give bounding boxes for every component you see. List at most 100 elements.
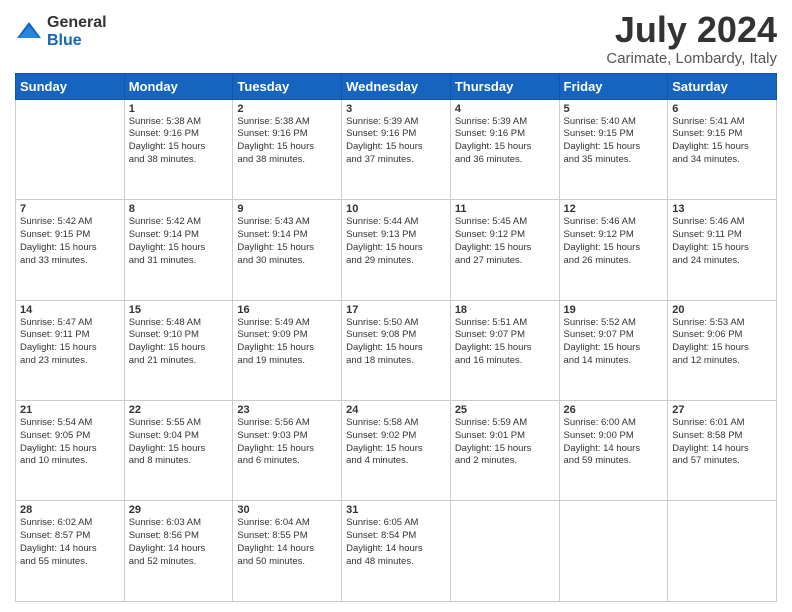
day-number: 30 <box>237 504 337 516</box>
day-number: 25 <box>455 404 555 416</box>
calendar-cell: 3Sunrise: 5:39 AM Sunset: 9:16 PM Daylig… <box>342 99 451 199</box>
calendar-cell: 29Sunrise: 6:03 AM Sunset: 8:56 PM Dayli… <box>124 501 233 602</box>
calendar: SundayMondayTuesdayWednesdayThursdayFrid… <box>15 73 777 602</box>
day-number: 13 <box>672 203 772 215</box>
day-info: Sunrise: 5:56 AM Sunset: 9:03 PM Dayligh… <box>237 417 337 468</box>
day-number: 3 <box>346 103 446 115</box>
day-number: 9 <box>237 203 337 215</box>
day-info: Sunrise: 5:59 AM Sunset: 9:01 PM Dayligh… <box>455 417 555 468</box>
day-number: 17 <box>346 304 446 316</box>
calendar-header-day: Tuesday <box>233 73 342 99</box>
day-info: Sunrise: 6:03 AM Sunset: 8:56 PM Dayligh… <box>129 517 229 568</box>
day-info: Sunrise: 5:42 AM Sunset: 9:15 PM Dayligh… <box>20 216 120 267</box>
calendar-header-day: Saturday <box>668 73 777 99</box>
day-number: 28 <box>20 504 120 516</box>
day-number: 6 <box>672 103 772 115</box>
calendar-cell: 16Sunrise: 5:49 AM Sunset: 9:09 PM Dayli… <box>233 300 342 400</box>
calendar-cell: 11Sunrise: 5:45 AM Sunset: 9:12 PM Dayli… <box>450 200 559 300</box>
day-info: Sunrise: 5:53 AM Sunset: 9:06 PM Dayligh… <box>672 317 772 368</box>
day-info: Sunrise: 5:47 AM Sunset: 9:11 PM Dayligh… <box>20 317 120 368</box>
day-number: 12 <box>564 203 664 215</box>
calendar-cell: 22Sunrise: 5:55 AM Sunset: 9:04 PM Dayli… <box>124 401 233 501</box>
day-info: Sunrise: 6:00 AM Sunset: 9:00 PM Dayligh… <box>564 417 664 468</box>
calendar-cell: 24Sunrise: 5:58 AM Sunset: 9:02 PM Dayli… <box>342 401 451 501</box>
day-number: 23 <box>237 404 337 416</box>
day-number: 1 <box>129 103 229 115</box>
day-info: Sunrise: 5:55 AM Sunset: 9:04 PM Dayligh… <box>129 417 229 468</box>
day-info: Sunrise: 5:38 AM Sunset: 9:16 PM Dayligh… <box>129 116 229 167</box>
calendar-cell: 6Sunrise: 5:41 AM Sunset: 9:15 PM Daylig… <box>668 99 777 199</box>
day-info: Sunrise: 5:38 AM Sunset: 9:16 PM Dayligh… <box>237 116 337 167</box>
calendar-header-day: Wednesday <box>342 73 451 99</box>
calendar-cell: 12Sunrise: 5:46 AM Sunset: 9:12 PM Dayli… <box>559 200 668 300</box>
day-info: Sunrise: 5:52 AM Sunset: 9:07 PM Dayligh… <box>564 317 664 368</box>
calendar-header-day: Monday <box>124 73 233 99</box>
calendar-header-day: Thursday <box>450 73 559 99</box>
day-number: 31 <box>346 504 446 516</box>
day-number: 22 <box>129 404 229 416</box>
calendar-cell: 2Sunrise: 5:38 AM Sunset: 9:16 PM Daylig… <box>233 99 342 199</box>
logo-blue: Blue <box>47 32 107 50</box>
calendar-cell <box>559 501 668 602</box>
logo: General Blue <box>15 14 107 49</box>
calendar-cell: 26Sunrise: 6:00 AM Sunset: 9:00 PM Dayli… <box>559 401 668 501</box>
day-number: 27 <box>672 404 772 416</box>
calendar-cell: 21Sunrise: 5:54 AM Sunset: 9:05 PM Dayli… <box>16 401 125 501</box>
day-number: 10 <box>346 203 446 215</box>
day-info: Sunrise: 5:39 AM Sunset: 9:16 PM Dayligh… <box>346 116 446 167</box>
calendar-cell: 31Sunrise: 6:05 AM Sunset: 8:54 PM Dayli… <box>342 501 451 602</box>
day-info: Sunrise: 5:40 AM Sunset: 9:15 PM Dayligh… <box>564 116 664 167</box>
day-number: 26 <box>564 404 664 416</box>
day-number: 4 <box>455 103 555 115</box>
day-info: Sunrise: 5:41 AM Sunset: 9:15 PM Dayligh… <box>672 116 772 167</box>
calendar-cell: 10Sunrise: 5:44 AM Sunset: 9:13 PM Dayli… <box>342 200 451 300</box>
calendar-cell: 27Sunrise: 6:01 AM Sunset: 8:58 PM Dayli… <box>668 401 777 501</box>
day-info: Sunrise: 5:48 AM Sunset: 9:10 PM Dayligh… <box>129 317 229 368</box>
day-info: Sunrise: 5:51 AM Sunset: 9:07 PM Dayligh… <box>455 317 555 368</box>
day-info: Sunrise: 6:02 AM Sunset: 8:57 PM Dayligh… <box>20 517 120 568</box>
logo-text: General Blue <box>47 14 107 49</box>
day-info: Sunrise: 5:46 AM Sunset: 9:11 PM Dayligh… <box>672 216 772 267</box>
day-info: Sunrise: 6:05 AM Sunset: 8:54 PM Dayligh… <box>346 517 446 568</box>
day-info: Sunrise: 5:45 AM Sunset: 9:12 PM Dayligh… <box>455 216 555 267</box>
day-info: Sunrise: 5:50 AM Sunset: 9:08 PM Dayligh… <box>346 317 446 368</box>
day-number: 18 <box>455 304 555 316</box>
calendar-cell <box>16 99 125 199</box>
logo-icon <box>15 18 43 46</box>
day-number: 5 <box>564 103 664 115</box>
calendar-week-row: 14Sunrise: 5:47 AM Sunset: 9:11 PM Dayli… <box>16 300 777 400</box>
day-info: Sunrise: 5:43 AM Sunset: 9:14 PM Dayligh… <box>237 216 337 267</box>
calendar-cell: 19Sunrise: 5:52 AM Sunset: 9:07 PM Dayli… <box>559 300 668 400</box>
calendar-cell: 8Sunrise: 5:42 AM Sunset: 9:14 PM Daylig… <box>124 200 233 300</box>
day-info: Sunrise: 5:44 AM Sunset: 9:13 PM Dayligh… <box>346 216 446 267</box>
calendar-cell: 25Sunrise: 5:59 AM Sunset: 9:01 PM Dayli… <box>450 401 559 501</box>
calendar-cell <box>450 501 559 602</box>
page: General Blue July 2024 Carimate, Lombard… <box>0 0 792 612</box>
main-title: July 2024 <box>606 10 777 50</box>
day-number: 15 <box>129 304 229 316</box>
calendar-cell: 20Sunrise: 5:53 AM Sunset: 9:06 PM Dayli… <box>668 300 777 400</box>
calendar-cell: 15Sunrise: 5:48 AM Sunset: 9:10 PM Dayli… <box>124 300 233 400</box>
day-info: Sunrise: 6:04 AM Sunset: 8:55 PM Dayligh… <box>237 517 337 568</box>
day-info: Sunrise: 5:54 AM Sunset: 9:05 PM Dayligh… <box>20 417 120 468</box>
day-number: 2 <box>237 103 337 115</box>
day-info: Sunrise: 5:58 AM Sunset: 9:02 PM Dayligh… <box>346 417 446 468</box>
calendar-cell: 1Sunrise: 5:38 AM Sunset: 9:16 PM Daylig… <box>124 99 233 199</box>
day-number: 20 <box>672 304 772 316</box>
calendar-week-row: 21Sunrise: 5:54 AM Sunset: 9:05 PM Dayli… <box>16 401 777 501</box>
calendar-cell: 9Sunrise: 5:43 AM Sunset: 9:14 PM Daylig… <box>233 200 342 300</box>
calendar-cell: 23Sunrise: 5:56 AM Sunset: 9:03 PM Dayli… <box>233 401 342 501</box>
calendar-header-day: Sunday <box>16 73 125 99</box>
calendar-cell: 4Sunrise: 5:39 AM Sunset: 9:16 PM Daylig… <box>450 99 559 199</box>
day-number: 8 <box>129 203 229 215</box>
day-number: 24 <box>346 404 446 416</box>
day-number: 11 <box>455 203 555 215</box>
day-number: 19 <box>564 304 664 316</box>
calendar-cell: 17Sunrise: 5:50 AM Sunset: 9:08 PM Dayli… <box>342 300 451 400</box>
calendar-cell: 5Sunrise: 5:40 AM Sunset: 9:15 PM Daylig… <box>559 99 668 199</box>
calendar-header-row: SundayMondayTuesdayWednesdayThursdayFrid… <box>16 73 777 99</box>
calendar-week-row: 7Sunrise: 5:42 AM Sunset: 9:15 PM Daylig… <box>16 200 777 300</box>
day-info: Sunrise: 5:46 AM Sunset: 9:12 PM Dayligh… <box>564 216 664 267</box>
calendar-cell: 18Sunrise: 5:51 AM Sunset: 9:07 PM Dayli… <box>450 300 559 400</box>
title-section: July 2024 Carimate, Lombardy, Italy <box>606 10 777 67</box>
